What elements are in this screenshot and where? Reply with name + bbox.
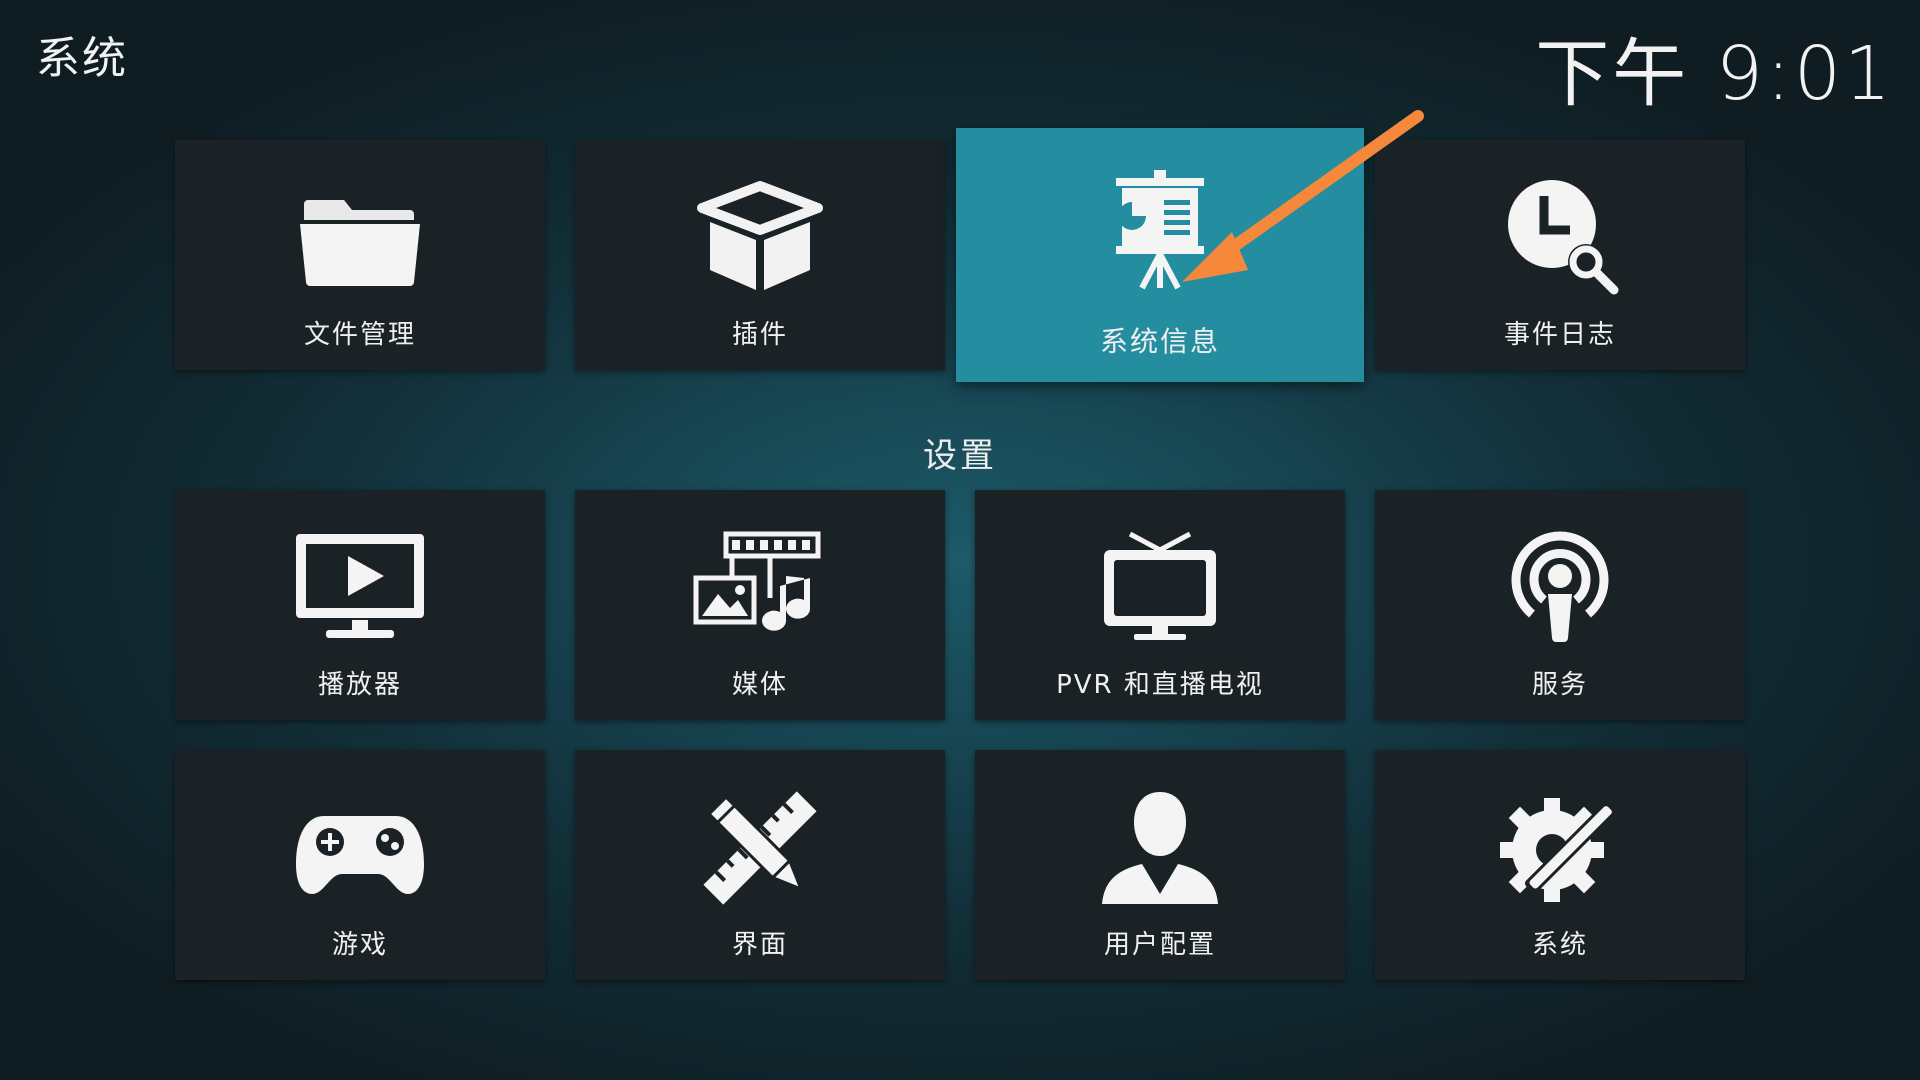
tile-label: 事件日志 bbox=[1503, 320, 1616, 350]
settings-section-title: 设置 bbox=[923, 436, 997, 476]
tile-label: PVR 和直播电视 bbox=[1056, 670, 1264, 700]
pencil-ruler-icon bbox=[575, 788, 945, 908]
tile-interface[interactable]: 界面 bbox=[575, 750, 945, 980]
tile-services[interactable]: 服务 bbox=[1375, 490, 1745, 720]
media-film-music-icon bbox=[575, 528, 945, 648]
gamepad-icon bbox=[175, 788, 545, 908]
tile-label: 媒体 bbox=[731, 670, 788, 700]
clock: 下午 9:01 bbox=[1535, 31, 1894, 117]
tile-label: 文件管理 bbox=[303, 320, 416, 350]
presentation-board-icon bbox=[956, 170, 1364, 290]
tile-event-log[interactable]: 事件日志 bbox=[1375, 140, 1745, 370]
clock-search-icon bbox=[1375, 178, 1745, 298]
tile-label: 游戏 bbox=[331, 930, 388, 960]
tile-addons[interactable]: 插件 bbox=[575, 140, 945, 370]
broadcast-icon bbox=[1375, 528, 1745, 648]
tile-games[interactable]: 游戏 bbox=[175, 750, 545, 980]
tile-label: 用户配置 bbox=[1103, 930, 1216, 960]
tile-player[interactable]: 播放器 bbox=[175, 490, 545, 720]
tile-file-manager[interactable]: 文件管理 bbox=[175, 140, 545, 370]
tile-media[interactable]: 媒体 bbox=[575, 490, 945, 720]
tile-label: 服务 bbox=[1531, 670, 1588, 700]
television-antenna-icon bbox=[975, 528, 1345, 648]
tile-pvr-live-tv[interactable]: PVR 和直播电视 bbox=[975, 490, 1345, 720]
tile-label: 系统信息 bbox=[1099, 325, 1220, 358]
tile-system-info[interactable]: 系统信息 bbox=[956, 128, 1364, 382]
tile-label: 播放器 bbox=[317, 670, 402, 700]
tile-profiles[interactable]: 用户配置 bbox=[975, 750, 1345, 980]
folder-icon bbox=[175, 178, 545, 298]
tv-play-icon bbox=[175, 528, 545, 648]
addon-box-icon bbox=[575, 178, 945, 298]
window-title: 系统 bbox=[36, 33, 128, 84]
tile-system[interactable]: 系统 bbox=[1375, 750, 1745, 980]
user-profile-icon bbox=[975, 788, 1345, 908]
tile-label: 插件 bbox=[731, 320, 788, 350]
tile-label: 界面 bbox=[731, 930, 788, 960]
tile-label: 系统 bbox=[1531, 930, 1588, 960]
gear-tools-icon bbox=[1375, 788, 1745, 908]
